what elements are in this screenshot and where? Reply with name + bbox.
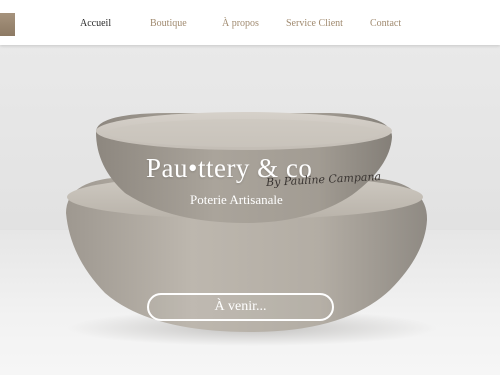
nav-item-accueil[interactable]: Accueil xyxy=(80,18,111,29)
site-header: Accueil Boutique À propos Service Client… xyxy=(0,0,500,45)
hero-section: Pau•ttery & co By Pauline Campana Poteri… xyxy=(0,45,500,375)
coming-soon-button[interactable]: À venir... xyxy=(147,293,334,321)
nav-item-boutique[interactable]: Boutique xyxy=(150,18,187,29)
pottery-bowls-image xyxy=(66,112,437,346)
nav-item-a-propos[interactable]: À propos xyxy=(222,18,259,29)
main-nav: Accueil Boutique À propos Service Client… xyxy=(0,0,500,45)
brand-subtitle: Poterie Artisanale xyxy=(190,192,283,207)
nav-item-service-client[interactable]: Service Client xyxy=(286,18,343,29)
nav-item-contact[interactable]: Contact xyxy=(370,18,401,29)
